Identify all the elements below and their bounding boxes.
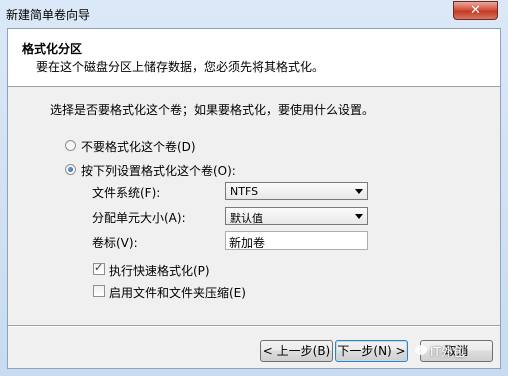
file-system-select[interactable]: NTFS	[225, 182, 368, 200]
quick-format-label[interactable]: 执行快速格式化(P)	[109, 262, 210, 279]
next-button[interactable]: 下一步(N) >	[335, 340, 408, 362]
window-title: 新建简单卷向导	[6, 8, 91, 22]
page-subtitle: 要在这个磁盘分区上储存数据，您必须先将其格式化。	[36, 60, 325, 74]
allocation-size-select[interactable]: 默认值	[225, 207, 368, 225]
wizard-header: 格式化分区 要在这个磁盘分区上储存数据，您必须先将其格式化。	[8, 29, 500, 87]
compression-checkbox[interactable]	[93, 285, 105, 297]
volume-label-input[interactable]: 新加卷	[225, 231, 368, 250]
file-system-label: 文件系统(F):	[92, 186, 161, 200]
title-bar: 新建简单卷向导 ✕	[0, 0, 508, 28]
format-radio[interactable]	[65, 164, 76, 175]
close-button[interactable]: ✕	[453, 1, 498, 20]
file-system-value: NTFS	[230, 185, 259, 198]
back-button[interactable]: < 上一步(B)	[260, 340, 333, 362]
format-label[interactable]: 按下列设置格式化这个卷(O):	[81, 162, 236, 179]
allocation-size-value: 默认值	[230, 212, 263, 225]
chevron-down-icon	[355, 189, 363, 194]
quick-format-checkbox[interactable]	[93, 261, 105, 275]
volume-label-label: 卷标(V):	[92, 236, 138, 250]
allocation-size-label: 分配单元大小(A):	[92, 211, 186, 225]
chevron-down-icon	[355, 214, 363, 219]
page-title: 格式化分区	[22, 42, 83, 56]
no-format-radio[interactable]	[65, 140, 76, 151]
footer-divider	[8, 325, 500, 327]
instruction-text: 选择是否要格式化这个卷；如果要格式化，要使用什么设置。	[50, 103, 375, 117]
close-icon: ✕	[470, 3, 481, 18]
no-format-label[interactable]: 不要格式化这个卷(D)	[81, 138, 196, 155]
wechat-icon	[415, 345, 427, 355]
wizard-window: 新建简单卷向导 ✕ 格式化分区 要在这个磁盘分区上储存数据，您必须先将其格式化。…	[0, 0, 508, 376]
watermark-text: IT外包	[430, 345, 465, 359]
compression-label[interactable]: 启用文件和文件夹压缩(E)	[109, 284, 246, 301]
wizard-client-area: 格式化分区 要在这个磁盘分区上储存数据，您必须先将其格式化。 选择是否要格式化这…	[7, 28, 501, 369]
